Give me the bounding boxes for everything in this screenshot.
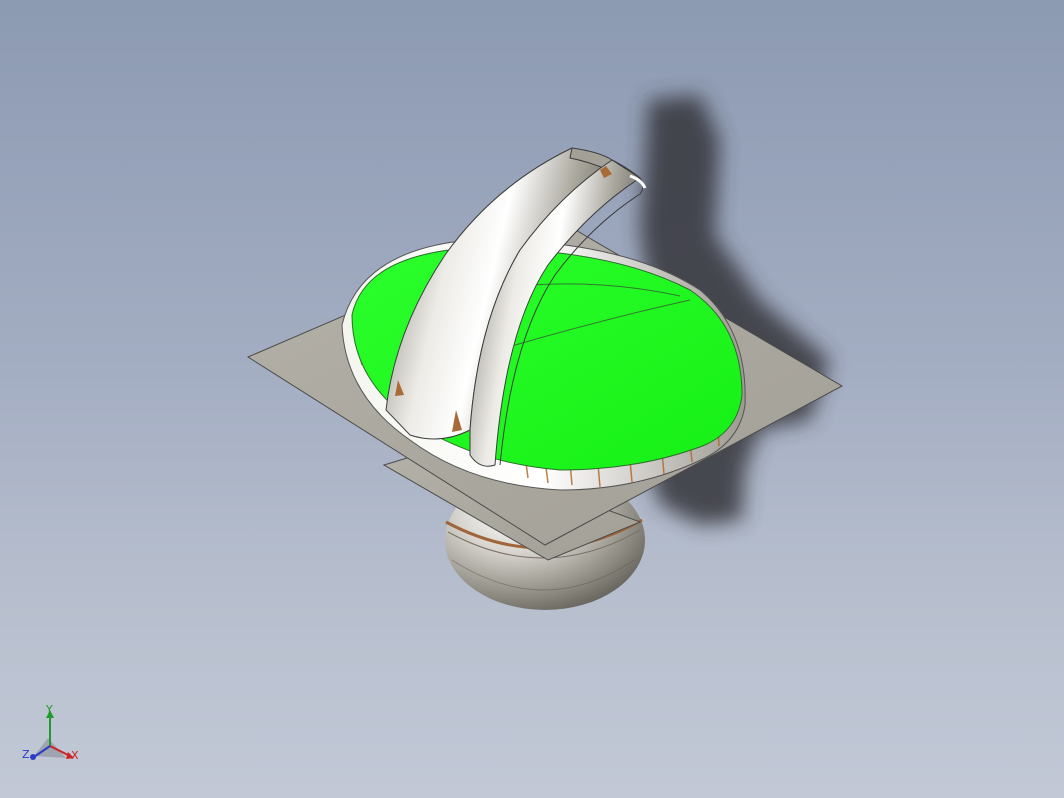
model-scene[interactable]: [0, 0, 1064, 798]
graphics-viewport[interactable]: Y Z X: [0, 0, 1064, 798]
coordinate-triad[interactable]: Y Z X: [18, 702, 88, 774]
coordinate-triad-icon: [30, 710, 74, 760]
axis-z-label: Z: [22, 748, 30, 761]
axis-x-label: X: [71, 749, 79, 762]
axis-y-label: Y: [46, 703, 53, 716]
